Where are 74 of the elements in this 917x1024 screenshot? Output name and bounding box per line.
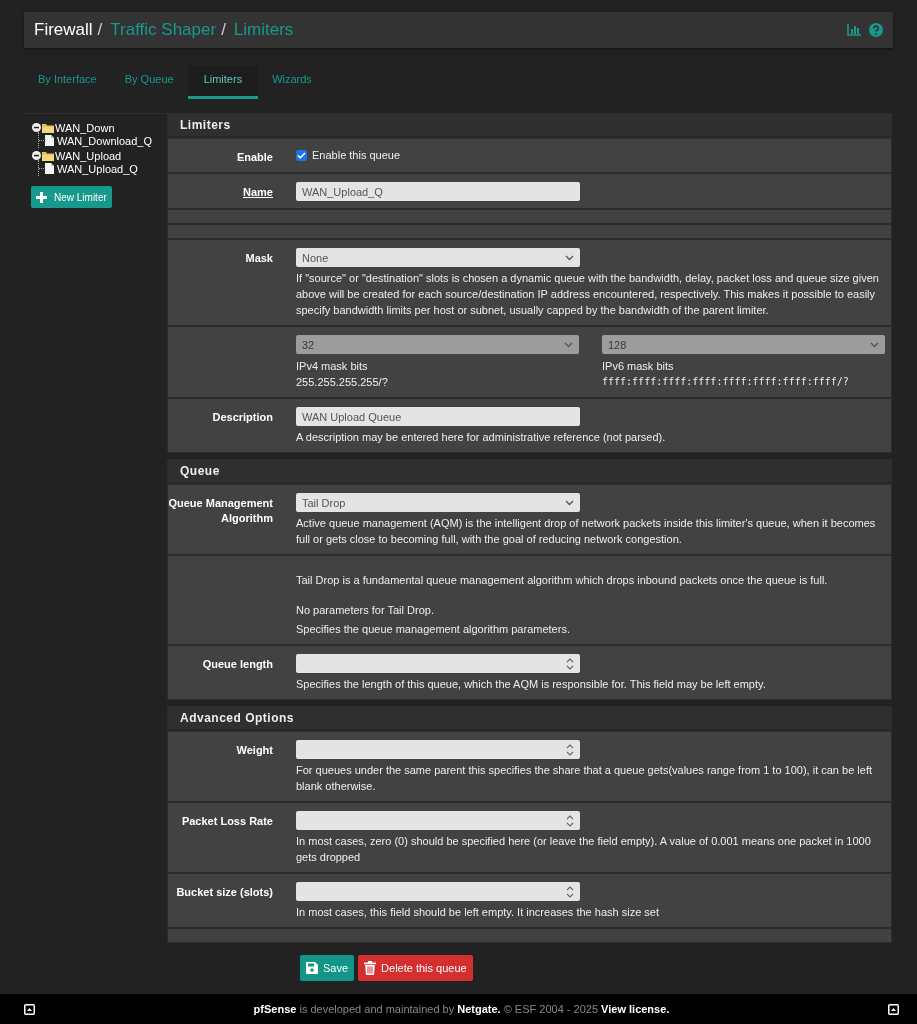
info-text: Tail Drop is a fundamental queue management algorithm which drops inbound packets once the queue is full.: [296, 573, 829, 588]
chevron-icon: [565, 254, 574, 261]
field-label: Weight: [235, 743, 273, 758]
breadcrumb-link[interactable]: Limiters: [233, 20, 294, 40]
number-field[interactable]: [296, 654, 580, 673]
field-label: Mask: [244, 251, 273, 266]
field-caption: IPv6 mask bits: [602, 359, 675, 374]
help-text: If "source" or "destination" slots is chosen a dynamic queue with the bandwidth, delay, packet loss and queue size given above will be created for each source/destination IP address encountered, respectively. This makes it possible to easily specify bandwidth limits per host or subnet, usually capped by the bandwidth of the parent limiter.: [296, 271, 880, 318]
chevron-icon: [564, 341, 573, 348]
breadcrumb-text: Firewall: [34, 20, 93, 40]
select-field[interactable]: Tail Drop: [296, 493, 580, 512]
help-text: A description may be entered here for administrative reference (not parsed).: [296, 430, 667, 445]
floppy-icon: [306, 962, 318, 974]
file-icon: [45, 135, 54, 146]
panel-heading: Queue: [168, 460, 891, 483]
number-field[interactable]: [296, 740, 580, 759]
bar-chart-icon[interactable]: [847, 24, 861, 36]
help-text: Specifies the length of this queue, which the AQM is responsible for. This field may be left empty.: [296, 677, 767, 692]
field-label: Enable: [235, 150, 273, 165]
spinner-icon: [566, 743, 574, 756]
panel-heading: Advanced Options: [168, 707, 891, 730]
help-icon[interactable]: [869, 23, 883, 37]
scroll-top-icon[interactable]: [24, 1003, 35, 1015]
help-text: Specifies the queue management algorithm parameters.: [296, 622, 571, 637]
field-label: Queue length: [201, 657, 273, 672]
number-field[interactable]: [296, 882, 580, 901]
spinner-icon: [566, 657, 574, 670]
field-label: Name: [242, 185, 273, 200]
text-field[interactable]: WAN Upload Queue: [296, 407, 580, 426]
chevron-icon: [565, 499, 574, 506]
tab[interactable]: Limiters: [187, 65, 259, 99]
help-text: In most cases, zero (0) should be specified here (or leave the field empty). A value of 0.001 means one packet in 1000 gets dropped: [296, 834, 872, 865]
checkbox[interactable]: [296, 149, 307, 161]
file-icon: [45, 163, 54, 174]
field-label: Bucket size (slots): [175, 885, 273, 900]
trash-icon: [364, 961, 377, 975]
tree-item[interactable]: WAN_Upload_Q: [57, 162, 138, 175]
new-limiter-button[interactable]: New Limiter: [31, 186, 112, 208]
delete-button[interactable]: Delete this queue: [358, 955, 473, 981]
spinner-icon: [566, 814, 574, 827]
folder-icon: [42, 150, 54, 161]
breadcrumb-link[interactable]: Traffic Shaper: [110, 20, 217, 40]
field-label: Description: [211, 410, 273, 425]
field-note: 255.255.255.255/?: [296, 375, 389, 390]
chevron-icon: [870, 341, 879, 348]
field-label: Queue Management Algorithm: [168, 496, 273, 526]
field-note: ffff:ffff:ffff:ffff:ffff:ffff:ffff:ffff/?: [602, 375, 850, 389]
tree-item[interactable]: WAN_Upload: [55, 149, 122, 162]
number-field[interactable]: [296, 811, 580, 830]
folder-icon: [42, 122, 54, 133]
field-caption: IPv4 mask bits: [296, 359, 369, 374]
info-text: No parameters for Tail Drop.: [296, 603, 435, 618]
spinner-icon: [566, 885, 574, 898]
panel-heading: Limiters: [168, 114, 891, 137]
select-field[interactable]: None: [296, 248, 580, 267]
tree-item[interactable]: WAN_Down: [55, 121, 115, 134]
footer-text: pfSense is developed and maintained by Netgate. © ESF 2004 - 2025 View license.: [253, 1003, 670, 1015]
tab[interactable]: Wizards: [258, 65, 326, 99]
field-label: Packet Loss Rate: [180, 814, 273, 829]
scroll-top-icon[interactable]: [888, 1003, 899, 1015]
plus-icon: [36, 191, 47, 203]
text-field[interactable]: WAN_Upload_Q: [296, 182, 580, 201]
checkbox-label[interactable]: Enable this queue: [312, 149, 401, 161]
breadcrumb-separator: /: [97, 20, 103, 40]
help-text: Active queue management (AQM) is the intelligent drop of network packets inside this limiter's queue, when it becomes full or gets close to becoming full, with the goal of reducing network congestion.: [296, 516, 877, 547]
help-text: In most cases, this field should be left empty. It increases the hash size set: [296, 905, 660, 920]
save-button[interactable]: Save: [300, 955, 355, 981]
tab[interactable]: By Queue: [110, 65, 188, 99]
tree-item[interactable]: WAN_Download_Q: [57, 134, 152, 147]
help-text: For queues under the same parent this specifies the share that a queue gets(values range from 1 to 100), it can be left blank otherwise.: [296, 763, 873, 794]
breadcrumb-separator: /: [221, 20, 226, 40]
collapse-icon[interactable]: [32, 151, 41, 160]
collapse-icon[interactable]: [32, 123, 41, 132]
tab[interactable]: By Interface: [24, 65, 111, 99]
